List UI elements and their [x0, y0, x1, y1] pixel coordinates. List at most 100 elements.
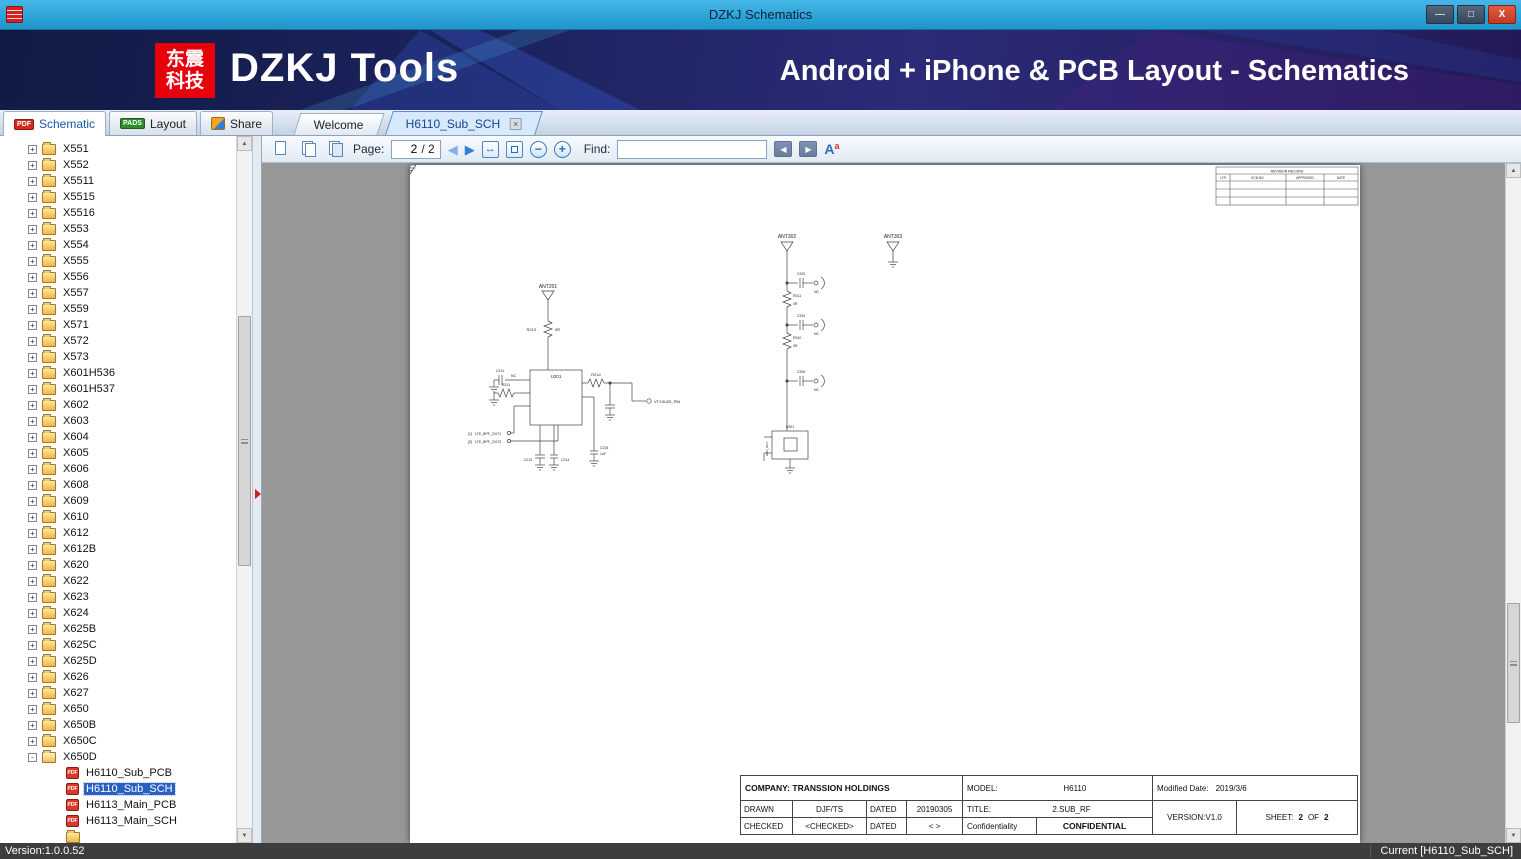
scroll-down-icon[interactable]: ▼ — [1506, 828, 1521, 843]
tree-folder-X608[interactable]: +X608 — [0, 477, 236, 493]
tree-expander-icon[interactable]: + — [28, 433, 37, 442]
scroll-up-icon[interactable]: ▲ — [237, 136, 252, 151]
tree-folder-X622[interactable]: +X622 — [0, 573, 236, 589]
tree-folder-X553[interactable]: +X553 — [0, 221, 236, 237]
tree-item-H6110_Sub_PCB[interactable]: PDFH6110_Sub_PCB — [0, 765, 236, 781]
doc-tab-h6110-sub-sch[interactable]: H6110_Sub_SCH × — [385, 111, 542, 135]
splitter-collapse-icon[interactable] — [255, 489, 261, 499]
tree-folder-X625D[interactable]: +X625D — [0, 653, 236, 669]
tree-folder-X554[interactable]: +X554 — [0, 237, 236, 253]
tree-expander-icon[interactable]: + — [28, 337, 37, 346]
tab-layout[interactable]: PADS Layout — [109, 111, 197, 135]
find-previous-button[interactable]: ◀ — [774, 141, 792, 157]
pdf-viewport[interactable]: ANT201 R213 0R U201 C211 NC R211 [1] LTE… — [262, 163, 1521, 843]
tree-folder-X602[interactable]: +X602 — [0, 397, 236, 413]
tree-expander-icon[interactable]: + — [28, 289, 37, 298]
tree-expander-icon[interactable]: + — [28, 529, 37, 538]
tree-expander-icon[interactable]: + — [28, 161, 37, 170]
tree-expander-icon[interactable]: + — [28, 193, 37, 202]
tree-folder-X624[interactable]: +X624 — [0, 605, 236, 621]
tree-folder-X603[interactable]: +X603 — [0, 413, 236, 429]
tree-expander-icon[interactable]: - — [28, 753, 37, 762]
tree-item-H6113_Main_SCH[interactable]: PDFH6113_Main_SCH — [0, 813, 236, 829]
tree-folder-X5515[interactable]: +X5515 — [0, 189, 236, 205]
tree-folder-X601H537[interactable]: +X601H537 — [0, 381, 236, 397]
tree-folder-X573[interactable]: +X573 — [0, 349, 236, 365]
tree-folder-X620[interactable]: +X620 — [0, 557, 236, 573]
tree-folder-X551[interactable]: +X551 — [0, 141, 236, 157]
zoom-out-button[interactable]: − — [530, 141, 547, 158]
facing-pages-icon[interactable] — [299, 140, 319, 158]
tree-folder-X5516[interactable]: +X5516 — [0, 205, 236, 221]
tree-expander-icon[interactable]: + — [28, 625, 37, 634]
tree-folder-X606[interactable]: +X606 — [0, 461, 236, 477]
tree-folder-X650B[interactable]: +X650B — [0, 717, 236, 733]
tree-expander-icon[interactable]: + — [28, 305, 37, 314]
tree-folder-X626[interactable]: +X626 — [0, 669, 236, 685]
scroll-up-icon[interactable]: ▲ — [1506, 163, 1521, 178]
tree-expander-icon[interactable]: + — [28, 737, 37, 746]
tree-folder-X552[interactable]: +X552 — [0, 157, 236, 173]
scroll-down-icon[interactable]: ▼ — [237, 828, 252, 843]
doc-tab-welcome[interactable]: Welcome — [293, 113, 384, 135]
tree-expander-icon[interactable]: + — [28, 401, 37, 410]
tree-folder-X572[interactable]: +X572 — [0, 333, 236, 349]
tree-expander-icon[interactable]: + — [28, 721, 37, 730]
pdf-scrollbar-thumb[interactable] — [1507, 603, 1520, 723]
minimize-button[interactable]: — — [1426, 5, 1454, 24]
tree-folder-X555[interactable]: +X555 — [0, 253, 236, 269]
tree-folder-X559[interactable]: +X559 — [0, 301, 236, 317]
tree-expander-icon[interactable]: + — [28, 497, 37, 506]
zoom-in-button[interactable]: + — [554, 141, 571, 158]
tree-item-H6110_Sub_SCH[interactable]: PDFH6110_Sub_SCH — [0, 781, 236, 797]
tree-folder-X650C[interactable]: +X650C — [0, 733, 236, 749]
tree-expander-icon[interactable]: + — [28, 225, 37, 234]
tree-expander-icon[interactable]: + — [28, 417, 37, 426]
fit-page-button[interactable] — [506, 141, 523, 158]
tree-expander-icon[interactable]: + — [28, 513, 37, 522]
tree-expander-icon[interactable]: + — [28, 257, 37, 266]
find-next-button[interactable]: ▶ — [799, 141, 817, 157]
tab-schematic[interactable]: PDF Schematic — [3, 111, 106, 136]
tree-folder-X612[interactable]: +X612 — [0, 525, 236, 541]
tree-expander-icon[interactable]: + — [28, 321, 37, 330]
previous-page-button[interactable]: ◀ — [448, 143, 458, 156]
tree-expander-icon[interactable]: + — [28, 449, 37, 458]
tree-expander-icon[interactable]: + — [28, 145, 37, 154]
tree-expander-icon[interactable]: + — [28, 609, 37, 618]
tree-expander-icon[interactable]: + — [28, 705, 37, 714]
tree-folder-X557[interactable]: +X557 — [0, 285, 236, 301]
tree-folder-X5511[interactable]: +X5511 — [0, 173, 236, 189]
tree-expander-icon[interactable]: + — [28, 273, 37, 282]
tree-folder-X571[interactable]: +X571 — [0, 317, 236, 333]
tree-expander-icon[interactable]: + — [28, 177, 37, 186]
tree-folder-X650[interactable]: +X650 — [0, 701, 236, 717]
tab-share[interactable]: Share — [200, 111, 273, 135]
tree-expander-icon[interactable]: + — [28, 385, 37, 394]
fit-width-button[interactable]: ↔ — [482, 141, 499, 158]
tree-folder-X604[interactable]: +X604 — [0, 429, 236, 445]
tree-expander-icon[interactable]: + — [28, 673, 37, 682]
panel-splitter[interactable] — [252, 136, 262, 843]
find-input[interactable] — [617, 140, 767, 159]
tree-folder-X605[interactable]: +X605 — [0, 445, 236, 461]
tree-folder-X609[interactable]: +X609 — [0, 493, 236, 509]
tree-expander-icon[interactable]: + — [28, 545, 37, 554]
tree-expander-icon[interactable]: + — [28, 689, 37, 698]
single-page-icon[interactable] — [272, 140, 292, 158]
tree-item-H6113_Main_PCB[interactable]: PDFH6113_Main_PCB — [0, 797, 236, 813]
tree-folder-X625C[interactable]: +X625C — [0, 637, 236, 653]
tree-folder-partial[interactable] — [0, 829, 236, 843]
tree-folder-X627[interactable]: +X627 — [0, 685, 236, 701]
tree-folder-X601H536[interactable]: +X601H536 — [0, 365, 236, 381]
next-page-button[interactable]: ▶ — [465, 143, 475, 156]
tree-expander-icon[interactable]: + — [28, 593, 37, 602]
tree-expander-icon[interactable]: + — [28, 369, 37, 378]
tree-expander-icon[interactable]: + — [28, 577, 37, 586]
maximize-button[interactable]: □ — [1457, 5, 1485, 24]
tree-folder-X556[interactable]: +X556 — [0, 269, 236, 285]
tree-folder-X650D[interactable]: -X650D — [0, 749, 236, 765]
tree-folder-X623[interactable]: +X623 — [0, 589, 236, 605]
tree-expander-icon[interactable]: + — [28, 481, 37, 490]
tree-expander-icon[interactable]: + — [28, 561, 37, 570]
